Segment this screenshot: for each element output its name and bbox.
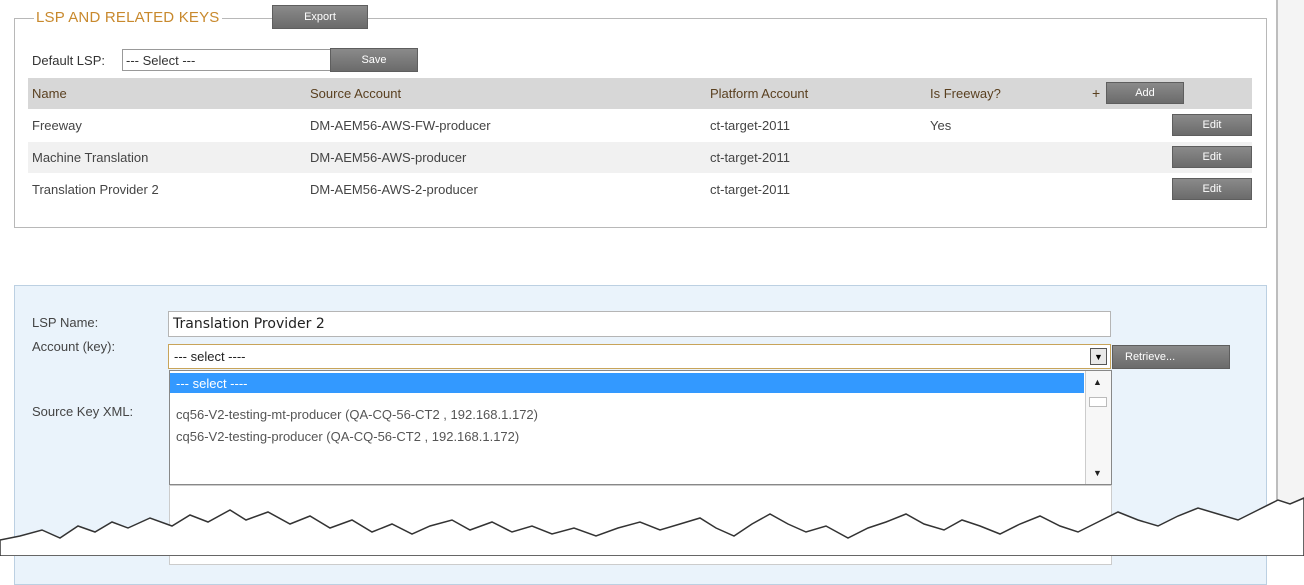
dropdown-option-selected[interactable]: --- select ---- (170, 373, 1084, 393)
edit-button[interactable]: Edit (1172, 114, 1252, 136)
add-button[interactable]: Add (1106, 82, 1184, 104)
dropdown-arrow-icon[interactable]: ▼ (1090, 348, 1107, 365)
account-key-label: Account (key): (32, 339, 116, 354)
source-key-xml-textarea[interactable] (169, 485, 1112, 565)
cell-source-account: DM-AEM56-AWS-2-producer (310, 182, 478, 197)
column-header-name: Name (32, 86, 67, 101)
cell-platform-account: ct-target-2011 (710, 118, 790, 133)
account-key-select[interactable]: --- select ---- ▼ (168, 344, 1111, 369)
save-button[interactable]: Save (330, 48, 418, 72)
cell-name: Freeway (32, 118, 82, 133)
cell-platform-account: ct-target-2011 (710, 182, 790, 197)
lsp-name-input[interactable]: Translation Provider 2 (168, 311, 1111, 337)
column-header-is-freeway: Is Freeway? (930, 86, 1001, 101)
column-header-source-account: Source Account (310, 86, 402, 101)
default-lsp-value: --- Select --- (126, 52, 196, 68)
cell-name: Translation Provider 2 (32, 182, 159, 197)
scroll-up-icon[interactable]: ▲ (1093, 377, 1102, 387)
cell-name: Machine Translation (32, 150, 149, 165)
lsp-name-label: LSP Name: (32, 315, 99, 330)
edit-button[interactable]: Edit (1172, 178, 1252, 200)
source-key-xml-label: Source Key XML: (32, 404, 134, 419)
retrieve-button[interactable]: Retrieve... (1112, 345, 1230, 369)
column-header-platform-account: Platform Account (710, 86, 809, 101)
default-lsp-label: Default LSP: (32, 52, 105, 68)
default-lsp-select[interactable]: --- Select --- ▼ (122, 49, 354, 71)
dropdown-option[interactable]: cq56-V2-testing-mt-producer (QA-CQ-56-CT… (170, 404, 538, 424)
section-legend: LSP AND RELATED KEYS (34, 6, 222, 28)
default-lsp-row: Default LSP: --- Select --- ▼ Save (32, 48, 418, 72)
account-key-value: --- select ---- (174, 349, 246, 364)
table-row: Freeway DM-AEM56-AWS-FW-producer ct-targ… (28, 110, 1252, 141)
cell-platform-account: ct-target-2011 (710, 150, 790, 165)
table-row: Translation Provider 2 DM-AEM56-AWS-2-pr… (28, 174, 1252, 205)
section-title: LSP AND RELATED KEYS (36, 8, 220, 26)
plus-icon: + (1092, 85, 1101, 101)
dropdown-scrollbar[interactable]: ▲ ▼ (1085, 371, 1111, 484)
account-dropdown-list: --- select ---- cq56-V2-testing-mt-produ… (169, 370, 1112, 485)
right-scroll-rail (1276, 0, 1304, 556)
cell-source-account: DM-AEM56-AWS-FW-producer (310, 118, 491, 133)
table-header: Name Source Account Platform Account Is … (28, 78, 1252, 109)
dropdown-option[interactable]: cq56-V2-testing-producer (QA-CQ-56-CT2 ,… (170, 426, 519, 446)
cell-is-freeway: Yes (930, 118, 952, 133)
scroll-thumb[interactable] (1089, 397, 1107, 407)
cell-source-account: DM-AEM56-AWS-producer (310, 150, 467, 165)
scroll-down-icon[interactable]: ▼ (1093, 468, 1102, 478)
table-row: Machine Translation DM-AEM56-AWS-produce… (28, 142, 1252, 173)
export-button[interactable]: Export (272, 5, 368, 29)
edit-button[interactable]: Edit (1172, 146, 1252, 168)
